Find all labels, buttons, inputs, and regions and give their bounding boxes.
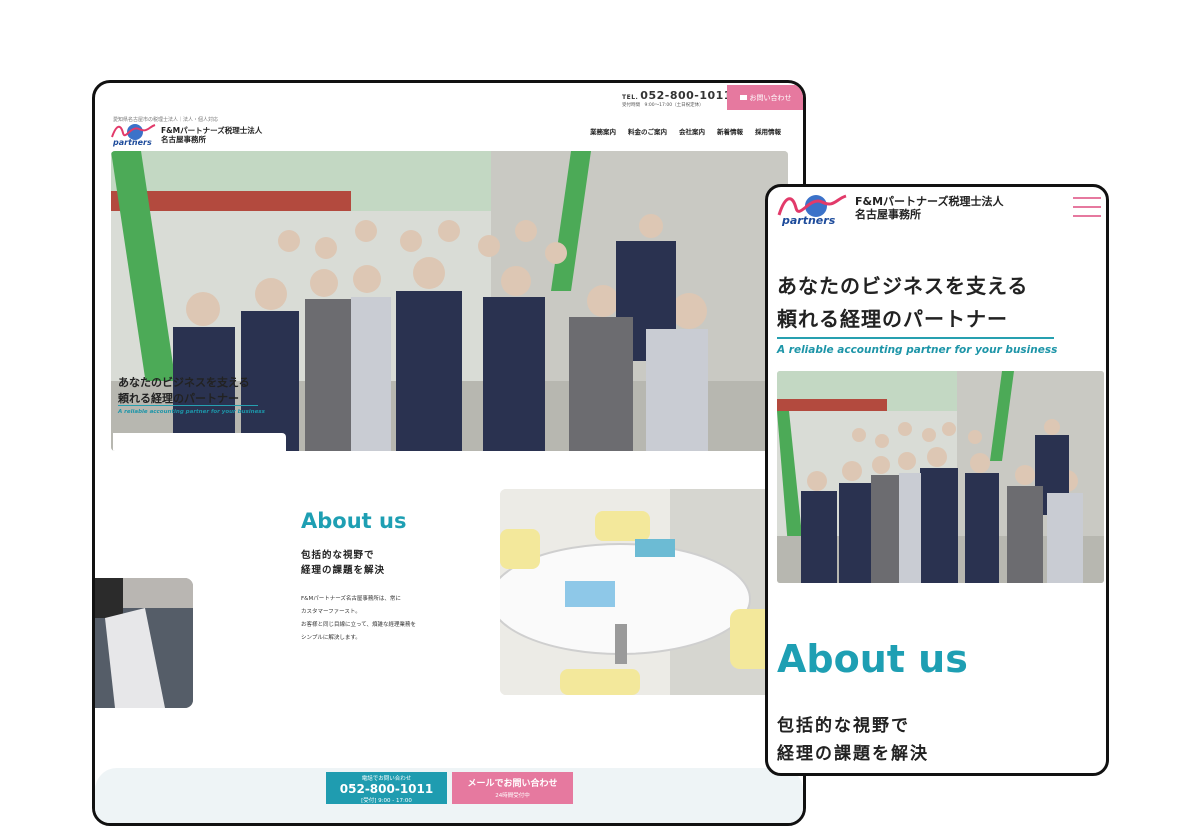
mobile-tagline-line-1: あなたのビジネスを支える [777, 274, 1029, 298]
brand-line-2: 名古屋事務所 [161, 135, 206, 144]
mobile-hero-photo [777, 371, 1104, 583]
about-subtitle-2: 経理の課題を解決 [301, 565, 386, 576]
nav-item-services[interactable]: 業務案内 [590, 126, 616, 136]
logo-text: partners [781, 214, 836, 227]
brand-line-2: 名古屋事務所 [855, 208, 921, 221]
hamburger-menu-icon[interactable] [1073, 193, 1101, 221]
nav-item-company[interactable]: 会社案内 [679, 126, 705, 136]
footer-mail-hours: 24時間受付中 [495, 793, 530, 799]
desktop-brand-name[interactable]: F&Mパートナーズ税理士法人 名古屋事務所 [161, 126, 262, 144]
about-body-line: カスタマーファースト。 [301, 609, 361, 615]
about-body-line: シンプルに解決します。 [301, 635, 361, 641]
footer-mail-label: メールでお問い合わせ [467, 779, 558, 789]
about-staff-photo [95, 578, 193, 708]
mobile-tagline-line-2: 頼れる経理のパートナー [777, 307, 1008, 331]
desktop-tel[interactable]: TEL. 052-800-1011 [622, 89, 732, 102]
about-subtitle-1: 包括的な視野で [301, 550, 375, 561]
footer-phone-label: 電話でお問い合わせ [361, 776, 412, 782]
desktop-tel-hours: 受付時間 9:00～17:00（土日祝定休） [622, 103, 704, 108]
about-title: About us [301, 509, 407, 533]
mobile-about-title: About us [777, 637, 968, 681]
logo-mark-icon[interactable]: partners [776, 191, 848, 229]
nav-item-pricing[interactable]: 料金のご案内 [628, 126, 667, 136]
desktop-contact-button[interactable]: お問い合わせ [727, 85, 803, 110]
mobile-tagline-en: A reliable accounting partner for your b… [777, 344, 1058, 356]
tel-prefix: TEL. [622, 94, 639, 101]
desktop-top-bar: TEL. 052-800-1011 受付時間 9:00～17:00（土日祝定休） … [95, 83, 803, 113]
svg-text:partners: partners [112, 138, 152, 147]
nav-item-recruit[interactable]: 採用情報 [755, 126, 781, 136]
footer-phone-hours: [受付] 9:00 - 17:00 [361, 798, 412, 804]
logo-mark-icon[interactable]: partners [109, 121, 157, 147]
mobile-device-frame: partners F&Mパートナーズ税理士法人 名古屋事務所 あなたのビジネスを… [765, 184, 1109, 776]
desktop-footer-band [95, 768, 803, 823]
desktop-device-frame: TEL. 052-800-1011 受付時間 9:00～17:00（土日祝定休） … [92, 80, 806, 826]
mobile-brand-name[interactable]: F&Mパートナーズ税理士法人 名古屋事務所 [855, 195, 1004, 221]
brand-line-1: F&Mパートナーズ税理士法人 [161, 126, 263, 135]
mail-icon [739, 95, 747, 100]
hero-tagline-line-1: あなたのビジネスを支える [118, 376, 250, 389]
hero-tagline: あなたのビジネスを支える 頼れる経理のパートナー A reliable acco… [111, 366, 284, 430]
footer-mail-button[interactable]: メールでお問い合わせ 24時間受付中 [452, 772, 573, 804]
about-office-photo [500, 489, 790, 695]
nav-item-news[interactable]: 新着情報 [717, 126, 743, 136]
mobile-about-subtitle-2: 経理の課題を解決 [777, 744, 929, 764]
hero-tagline-line-2: 頼れる経理のパートナー [118, 392, 239, 405]
brand-line-1: F&Mパートナーズ税理士法人 [855, 195, 1004, 208]
contact-button-label: お問い合わせ [749, 93, 792, 102]
about-body-line: お客様と同じ目線に立って、煩雑な経理業務を [301, 622, 416, 628]
about-body-line: F&Mパートナーズ名古屋事務所は、常に [301, 596, 401, 602]
hero-tagline-box [113, 433, 286, 451]
hero-tagline-en: A reliable accounting partner for your b… [118, 409, 265, 415]
mobile-about-subtitle-1: 包括的な視野で [777, 716, 910, 736]
hero-tagline-rule [118, 405, 258, 406]
desktop-main-nav: 業務案内 料金のご案内 会社案内 新着情報 採用情報 [590, 126, 781, 136]
footer-phone-number: 052-800-1011 [339, 782, 434, 796]
group-photo [777, 371, 1104, 583]
mobile-tagline-rule [777, 337, 1054, 339]
tel-number: 052-800-1011 [640, 89, 732, 102]
footer-phone-button[interactable]: 電話でお問い合わせ 052-800-1011 [受付] 9:00 - 17:00 [326, 772, 447, 804]
